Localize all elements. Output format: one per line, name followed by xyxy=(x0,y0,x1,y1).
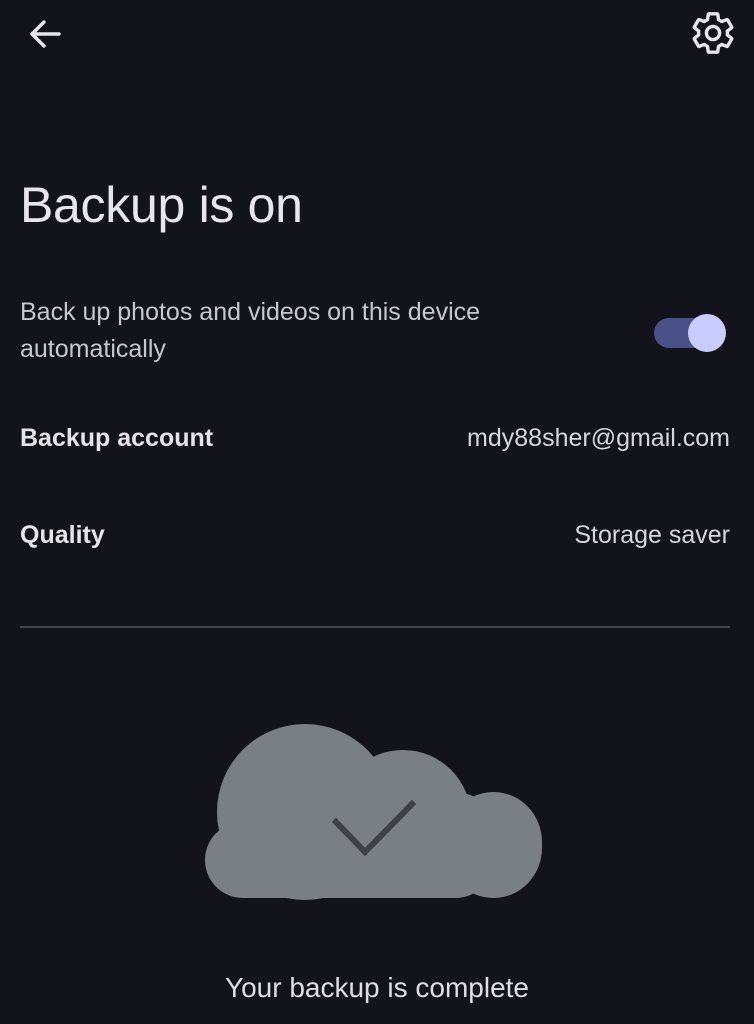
cloud-check-icon xyxy=(205,722,545,900)
quality-row[interactable]: Quality Storage saver xyxy=(0,507,754,567)
arrow-left-icon xyxy=(30,20,61,48)
auto-backup-toggle[interactable] xyxy=(654,314,726,352)
quality-value: Storage saver xyxy=(574,521,730,549)
auto-backup-row[interactable]: Back up photos and videos on this device… xyxy=(0,290,754,376)
backup-account-value: mdy88sher@gmail.com xyxy=(467,424,730,452)
backup-status-text: Your backup is complete xyxy=(224,972,530,1003)
back-button[interactable] xyxy=(12,6,78,62)
quality-label: Quality xyxy=(20,521,105,549)
gear-icon xyxy=(692,12,734,54)
toggle-thumb xyxy=(688,314,726,352)
page-title: Backup is on xyxy=(20,177,303,233)
auto-backup-description: Back up photos and videos on this device… xyxy=(20,298,481,363)
backup-account-label: Backup account xyxy=(20,424,214,452)
divider xyxy=(20,626,730,628)
settings-button[interactable] xyxy=(680,4,746,62)
backup-account-row[interactable]: Backup account mdy88sher@gmail.com xyxy=(0,410,754,470)
